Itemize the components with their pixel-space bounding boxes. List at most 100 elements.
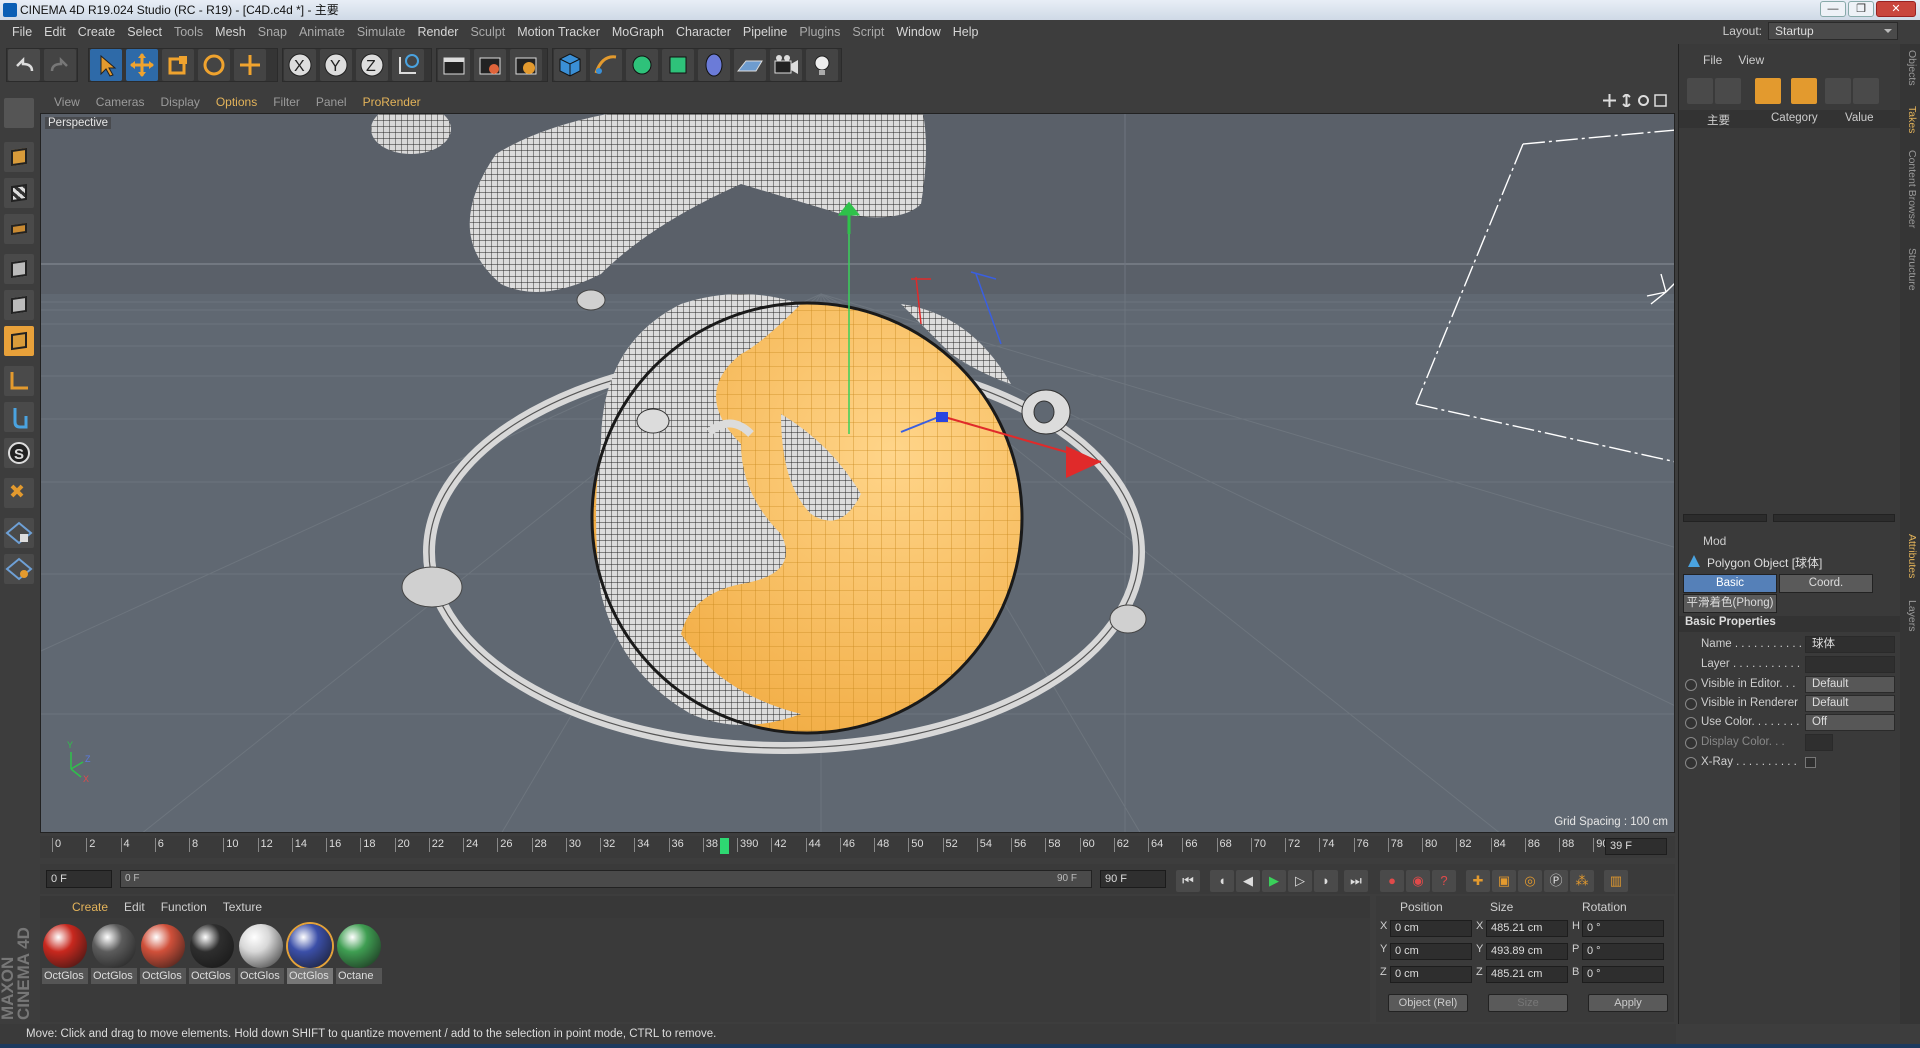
material-swatch[interactable]: OctGlos [42, 924, 88, 984]
keyframe-selection-icon[interactable]: ? [1432, 870, 1456, 892]
viewport-menu-view[interactable]: View [46, 95, 88, 109]
layer-field[interactable] [1805, 656, 1895, 673]
apply-button[interactable]: Apply [1588, 994, 1668, 1012]
rotation-field[interactable]: 0 ° [1582, 966, 1664, 983]
axis-mode-icon[interactable] [4, 366, 34, 396]
take-render-icon[interactable] [1825, 78, 1851, 104]
layout-dropdown[interactable]: Startup [1768, 22, 1898, 40]
viewport-rotate-icon[interactable] [1637, 94, 1650, 107]
cloner-icon[interactable] [662, 49, 694, 81]
viewport-menu-panel[interactable]: Panel [308, 95, 355, 109]
menu-simulate[interactable]: Simulate [351, 20, 412, 44]
position-field[interactable]: 0 cm [1390, 943, 1472, 960]
material-menu-create[interactable]: Create [64, 900, 116, 914]
material-swatch[interactable]: OctGlos [238, 924, 284, 984]
select-arrow-icon[interactable] [90, 49, 122, 81]
end-frame-field[interactable]: 90 F [1100, 870, 1166, 888]
side-tab-structure[interactable]: Structure [1902, 248, 1918, 291]
animate-radio[interactable] [1685, 737, 1697, 749]
size-field[interactable]: 485.21 cm [1486, 966, 1568, 983]
animate-radio[interactable] [1685, 679, 1697, 691]
frame-range-slider[interactable]: 0 F 90 F [120, 870, 1092, 888]
move-icon[interactable] [126, 49, 158, 81]
viewport-pan-icon[interactable] [1603, 94, 1616, 107]
redo-icon[interactable] [44, 49, 76, 81]
frame-ruler[interactable]: 0 2 4 6 8 10 12 14 16 18 20 22 24 26 28 30 32 34 36 38 390 42… [52, 838, 1632, 856]
cube-icon[interactable] [554, 49, 586, 81]
size-field[interactable]: 493.89 cm [1486, 943, 1568, 960]
rotate-icon[interactable] [198, 49, 230, 81]
floor-icon[interactable] [734, 49, 766, 81]
objects-scrollbar-left[interactable] [1683, 514, 1767, 522]
material-menu-edit[interactable]: Edit [116, 900, 153, 914]
viewport-zoom-icon[interactable] [1620, 92, 1633, 109]
menu-mograph[interactable]: MoGraph [606, 20, 670, 44]
tab-basic[interactable]: Basic [1683, 574, 1777, 593]
menu-window[interactable]: Window [890, 20, 946, 44]
deformer-icon[interactable] [698, 49, 730, 81]
size-field[interactable]: 485.21 cm [1486, 920, 1568, 937]
subdivision-icon[interactable] [626, 49, 658, 81]
attribute-dropdown[interactable]: Default [1805, 695, 1895, 712]
previous-key-icon[interactable]: ◖ [1210, 870, 1234, 892]
next-key-icon[interactable]: ◗ [1314, 870, 1338, 892]
next-frame-icon[interactable]: ▷ [1288, 870, 1312, 892]
record-keys-icon[interactable]: ● [1380, 870, 1404, 892]
z-axis-icon[interactable]: Z [356, 49, 388, 81]
pen-spline-icon[interactable] [590, 49, 622, 81]
texture-mode-icon[interactable] [4, 178, 34, 208]
go-to-start-icon[interactable]: ⏮ [1176, 870, 1200, 892]
menu-plugins[interactable]: Plugins [793, 20, 846, 44]
previous-frame-icon[interactable]: ◀ [1236, 870, 1260, 892]
close-button[interactable]: ✕ [1876, 1, 1916, 17]
maximize-button[interactable]: ❐ [1848, 1, 1874, 17]
key-scale-icon[interactable]: ▣ [1492, 870, 1516, 892]
render-picture-viewer-icon[interactable] [474, 49, 506, 81]
scale-icon[interactable] [162, 49, 194, 81]
viewport-menu-cameras[interactable]: Cameras [88, 95, 153, 109]
menu-help[interactable]: Help [947, 20, 985, 44]
x-axis-icon[interactable]: X [284, 49, 316, 81]
playhead-marker[interactable] [720, 838, 729, 854]
perspective-viewport[interactable]: Y ZX Perspective Grid Spacing : 100 cm [40, 113, 1675, 833]
make-editable-icon[interactable] [4, 98, 34, 128]
viewport-menu-options[interactable]: Options [208, 95, 265, 109]
render-settings-icon[interactable] [510, 49, 542, 81]
take-group-icon[interactable] [1791, 78, 1817, 104]
light-icon[interactable] [806, 49, 838, 81]
menu-create[interactable]: Create [72, 20, 122, 44]
timeline-window-icon[interactable]: ▥ [1604, 870, 1628, 892]
solo-icon[interactable]: S [4, 438, 34, 468]
animate-radio[interactable] [1685, 717, 1697, 729]
key-parameter-icon[interactable]: Ⓟ [1544, 870, 1568, 892]
points-mode-icon[interactable] [4, 254, 34, 284]
menu-edit[interactable]: Edit [38, 20, 72, 44]
xray-checkbox[interactable] [1805, 757, 1816, 768]
rotation-field[interactable]: 0 ° [1582, 943, 1664, 960]
minimize-button[interactable]: — [1820, 1, 1846, 17]
key-point-level-icon[interactable]: ⁂ [1570, 870, 1594, 892]
material-swatch[interactable]: OctGlos [287, 924, 333, 984]
take-lock-icon[interactable] [1853, 78, 1879, 104]
menu-pipeline[interactable]: Pipeline [737, 20, 793, 44]
side-tab-objects[interactable]: Objects [1902, 50, 1918, 86]
name-field[interactable]: 球体 [1805, 636, 1895, 653]
edges-mode-icon[interactable] [4, 290, 34, 320]
material-swatch[interactable]: OctGlos [91, 924, 137, 984]
animate-radio[interactable] [1685, 757, 1697, 769]
side-tab-attributes[interactable]: Attributes [1902, 534, 1918, 578]
coordinate-system-icon[interactable] [392, 49, 424, 81]
menu-motion-tracker[interactable]: Motion Tracker [511, 20, 606, 44]
tweak-mode-icon[interactable] [4, 402, 34, 432]
menu-sculpt[interactable]: Sculpt [464, 20, 511, 44]
current-frame-field[interactable]: 39 F [1605, 838, 1667, 855]
menu-animate[interactable]: Animate [293, 20, 351, 44]
position-field[interactable]: 0 cm [1390, 920, 1472, 937]
take-add-icon[interactable] [1687, 78, 1713, 104]
viewport-menu-prorender[interactable]: ProRender [355, 95, 429, 109]
material-menu-function[interactable]: Function [153, 900, 215, 914]
viewport-menu-display[interactable]: Display [152, 95, 207, 109]
key-rotation-icon[interactable]: ◎ [1518, 870, 1542, 892]
workplane-icon[interactable] [4, 214, 34, 244]
y-axis-icon[interactable]: Y [320, 49, 352, 81]
